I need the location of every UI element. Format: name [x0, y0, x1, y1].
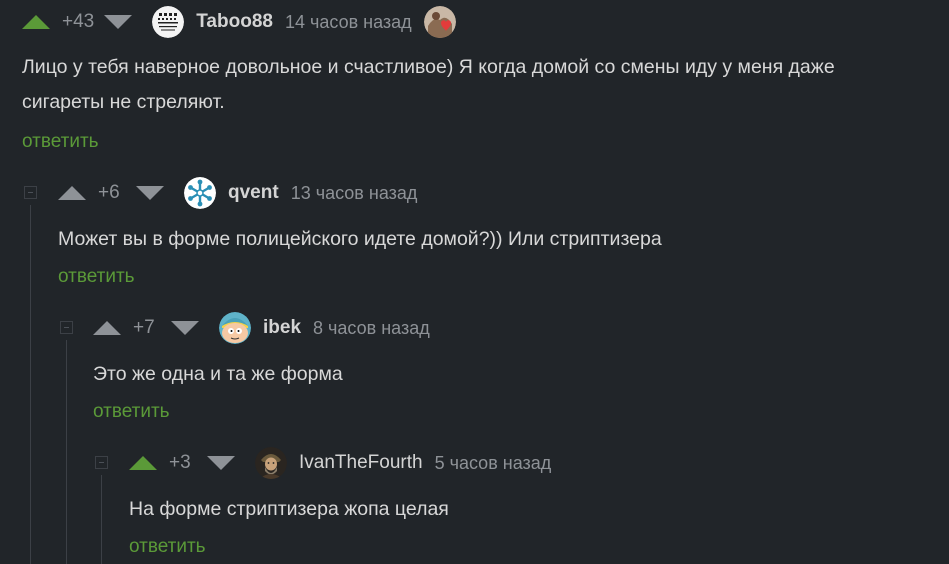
- thread-line[interactable]: [30, 205, 31, 564]
- rating: +7: [133, 317, 155, 338]
- comment-text-line: Может вы в форме полицейского идете домо…: [58, 228, 662, 250]
- comment-header: +3 IvanTheFourth 5 часов назад: [129, 447, 551, 479]
- author-name[interactable]: IvanTheFourth: [299, 452, 423, 474]
- reply-link[interactable]: ответить: [129, 536, 206, 558]
- author-name[interactable]: qvent: [228, 182, 279, 204]
- comment-text-line: Это же одна и та же форма: [93, 363, 343, 385]
- rating: +6: [98, 182, 120, 203]
- upvote-icon[interactable]: [93, 321, 121, 335]
- comment-text: Лицо у тебя наверное довольное и счастли…: [22, 50, 942, 120]
- portrait-avatar-icon[interactable]: [255, 447, 287, 479]
- timestamp: 14 часов назад: [284, 11, 412, 32]
- reply-link[interactable]: ответить: [22, 131, 99, 153]
- author-name[interactable]: Taboo88: [196, 11, 273, 33]
- downvote-icon[interactable]: [171, 321, 199, 335]
- collapse-thread-button[interactable]: [24, 186, 37, 199]
- comment-header: +43 Taboo88 14 часов назад: [22, 6, 456, 38]
- timestamp: 13 часов назад: [290, 182, 418, 203]
- award-badge-icon[interactable]: [423, 6, 456, 38]
- collapse-thread-button[interactable]: [60, 321, 73, 334]
- comment-text: Может вы в форме полицейского идете домо…: [58, 222, 938, 257]
- comment-header: +7 ibek 8 часов назад: [93, 312, 430, 344]
- downvote-icon[interactable]: [207, 456, 235, 470]
- rating: +43: [62, 11, 95, 32]
- comment-text-line: Лицо у тебя наверное довольное и счастли…: [22, 56, 835, 78]
- eye-chart-avatar-icon[interactable]: [152, 6, 185, 38]
- timestamp: 8 часов назад: [313, 317, 430, 338]
- rating: +3: [169, 452, 191, 473]
- comment-text: Это же одна и та же форма: [93, 357, 933, 392]
- upvote-icon[interactable]: [22, 15, 50, 29]
- comment-text-line: сигареты не стреляют.: [22, 91, 225, 113]
- upvote-icon[interactable]: [58, 186, 86, 200]
- thread-line[interactable]: [66, 340, 67, 564]
- reply-link[interactable]: ответить: [93, 401, 170, 423]
- thread-line[interactable]: [101, 475, 102, 564]
- comment-header: +6 qvent 13 часов назад: [58, 177, 417, 209]
- comment-1: +43 Taboo88 14 часов назад Лицо у тебя н…: [0, 0, 949, 160]
- comment-text-line: На форме стриптизера жопа целая: [129, 498, 449, 520]
- author-name[interactable]: ibek: [263, 317, 301, 339]
- snowflake-avatar-icon[interactable]: [184, 177, 216, 209]
- cartman-avatar-icon[interactable]: [219, 312, 251, 344]
- downvote-icon[interactable]: [136, 186, 164, 200]
- timestamp: 5 часов назад: [434, 452, 552, 473]
- downvote-icon[interactable]: [104, 15, 133, 29]
- collapse-thread-button[interactable]: [95, 456, 108, 469]
- reply-link[interactable]: ответить: [58, 266, 135, 288]
- upvote-icon[interactable]: [129, 456, 157, 470]
- comment-text: На форме стриптизера жопа целая: [129, 492, 929, 527]
